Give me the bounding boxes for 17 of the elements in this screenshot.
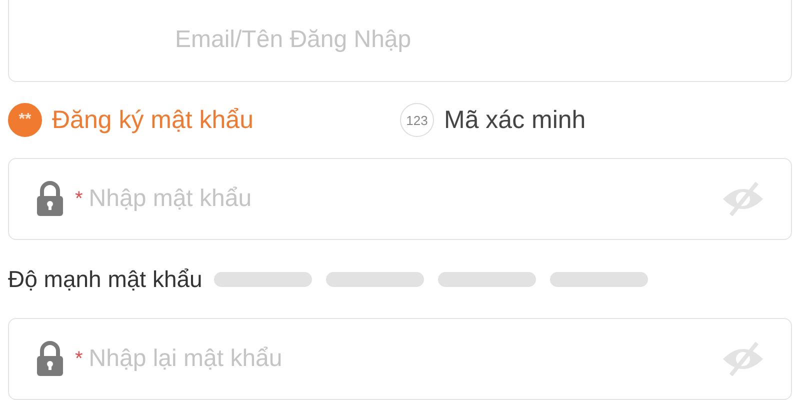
strength-label: Độ mạnh mật khẩu bbox=[8, 266, 202, 292]
password-box[interactable]: * Nhập mật khẩu bbox=[8, 158, 792, 240]
password-field[interactable]: Nhập lại mật khẩu bbox=[86, 344, 711, 374]
hide-password-icon[interactable] bbox=[721, 181, 765, 217]
required-mark: * bbox=[75, 348, 83, 370]
login-box[interactable]: Email/Tên Đăng Nhập bbox=[8, 0, 792, 82]
password-box[interactable]: * Nhập lại mật khẩu bbox=[8, 318, 792, 400]
password-field[interactable]: Nhập mật khẩu bbox=[86, 184, 711, 214]
lock-icon bbox=[35, 341, 65, 377]
tab-badge: ** bbox=[8, 103, 42, 137]
login-field[interactable]: Email/Tên Đăng Nhập bbox=[173, 25, 765, 55]
tab-badge: 123 bbox=[400, 103, 434, 137]
hide-password-icon[interactable] bbox=[721, 341, 765, 377]
lock-icon bbox=[35, 181, 65, 217]
method-tab[interactable]: ** Đăng ký mật khẩu bbox=[8, 103, 400, 137]
method-tab[interactable]: 123 Mã xác minh bbox=[400, 103, 792, 137]
required-mark: * bbox=[75, 188, 83, 210]
